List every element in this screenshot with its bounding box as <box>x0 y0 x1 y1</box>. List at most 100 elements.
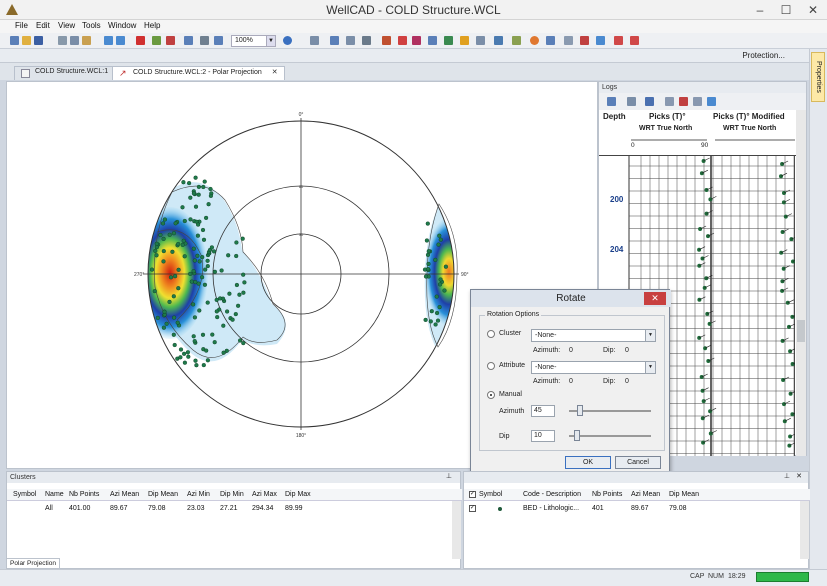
select-all-checkbox[interactable]: ✓ <box>469 491 476 498</box>
move-icon[interactable] <box>330 36 339 45</box>
insert-log-icon[interactable] <box>382 36 391 45</box>
table-row[interactable]: ✓ BED - Lithologic... 401 89.67 79.08 <box>464 503 810 515</box>
pole-point <box>205 264 210 269</box>
chevron-down-icon[interactable]: ▼ <box>266 35 276 47</box>
logs-scrollbar[interactable] <box>796 110 806 456</box>
save-icon[interactable] <box>34 36 43 45</box>
protection-button[interactable]: Protection... <box>742 51 785 60</box>
log-insert-icon[interactable] <box>645 97 654 106</box>
manual-radio[interactable] <box>487 391 495 399</box>
zoom-icon[interactable] <box>596 36 605 45</box>
close-icon[interactable]: ✕ <box>272 69 278 76</box>
polar-icon[interactable] <box>530 36 539 45</box>
layout-icon[interactable] <box>444 36 453 45</box>
pole-point <box>180 205 185 210</box>
select-icon[interactable] <box>310 36 319 45</box>
cut-icon[interactable] <box>58 36 67 45</box>
dip-slider-thumb[interactable] <box>574 430 580 441</box>
dialog-close-icon[interactable]: ✕ <box>644 292 666 305</box>
log-zoom-icon[interactable] <box>707 97 716 106</box>
pole-point <box>180 242 185 247</box>
manual-azimuth-input[interactable]: 45 <box>531 405 555 417</box>
cluster-combo[interactable]: -None- ▼ <box>531 329 656 342</box>
attribute-combo[interactable]: -None- ▼ <box>531 361 656 374</box>
menu-help[interactable]: Help <box>144 21 160 30</box>
pole-point <box>161 259 166 264</box>
stats-icon[interactable] <box>412 36 421 45</box>
resize-icon[interactable] <box>346 36 355 45</box>
tab-polar-projection-bottom[interactable]: Polar Projection <box>6 558 60 569</box>
find-icon[interactable] <box>184 36 193 45</box>
table-row[interactable]: All 401.00 89.67 79.08 23.03 27.21 294.3… <box>7 503 462 515</box>
pole-point <box>200 332 206 337</box>
log-add-icon[interactable] <box>607 97 616 106</box>
log-up-icon[interactable] <box>665 97 674 106</box>
maximize-button[interactable]: ☐ <box>773 0 799 20</box>
print-icon[interactable] <box>200 36 209 45</box>
tab-polar-projection[interactable]: ↗ COLD Structure.WCL:2 - Polar Projectio… <box>112 66 285 80</box>
open-icon[interactable] <box>22 36 31 45</box>
menu-file[interactable]: File <box>15 21 28 30</box>
align-icon[interactable] <box>362 36 371 45</box>
log-delete-icon[interactable] <box>679 97 688 106</box>
minimize-button[interactable]: – <box>747 0 773 20</box>
delete-icon[interactable] <box>136 36 145 45</box>
flag-icon[interactable] <box>460 36 469 45</box>
cancel-button[interactable]: Cancel <box>615 456 661 469</box>
crop-icon[interactable] <box>564 36 573 45</box>
marker-icon[interactable] <box>580 36 589 45</box>
preview-icon[interactable] <box>214 36 223 45</box>
grid-icon[interactable] <box>546 36 555 45</box>
pin-icon[interactable]: ⊥ <box>446 472 452 480</box>
pole-point <box>240 236 245 241</box>
paste-icon[interactable] <box>82 36 91 45</box>
help-icon[interactable] <box>283 36 292 45</box>
redo-icon[interactable] <box>116 36 125 45</box>
properties-tab[interactable]: Properties <box>811 52 825 102</box>
depth-icon[interactable] <box>512 36 521 45</box>
new-icon[interactable] <box>10 36 19 45</box>
pole-point <box>241 290 246 295</box>
filter-icon[interactable] <box>428 36 437 45</box>
tadpole <box>781 378 786 382</box>
pole-point <box>192 339 197 344</box>
pole-point <box>158 232 163 238</box>
pole-point <box>234 240 239 245</box>
highlight-icon[interactable] <box>166 36 175 45</box>
menu-view[interactable]: View <box>58 21 75 30</box>
pin-icon[interactable]: ⊥ <box>784 472 790 480</box>
chart-icon[interactable] <box>398 36 407 45</box>
table-icon[interactable] <box>614 36 623 45</box>
log-list-icon[interactable] <box>627 97 636 106</box>
tadpole <box>700 256 705 261</box>
report-icon[interactable] <box>630 36 639 45</box>
close-icon[interactable]: ✕ <box>796 472 802 480</box>
scroll-thumb[interactable] <box>797 320 805 342</box>
row-checkbox[interactable]: ✓ <box>469 505 476 512</box>
copy-icon[interactable] <box>70 36 79 45</box>
document-icon <box>21 69 30 78</box>
menu-edit[interactable]: Edit <box>36 21 50 30</box>
pole-point <box>188 195 193 200</box>
format-icon[interactable] <box>152 36 161 45</box>
log-props-icon[interactable] <box>693 97 702 106</box>
tab-document-1[interactable]: COLD Structure.WCL:1 <box>14 66 116 80</box>
close-button[interactable]: ✕ <box>800 0 826 20</box>
ok-button[interactable]: OK <box>565 456 611 469</box>
menu-window[interactable]: Window <box>108 21 136 30</box>
tadpole <box>790 362 795 366</box>
manual-dip-input[interactable]: 10 <box>531 430 555 442</box>
azimuth-slider-thumb[interactable] <box>577 405 583 416</box>
attribute-radio[interactable] <box>487 362 495 370</box>
chevron-down-icon[interactable]: ▼ <box>645 362 655 373</box>
chevron-down-icon[interactable]: ▼ <box>645 330 655 341</box>
clusters-scrollbar[interactable] <box>452 501 461 559</box>
tools-icon[interactable] <box>476 36 485 45</box>
col-nb-points: Nb Points <box>592 491 623 498</box>
undo-icon[interactable] <box>104 36 113 45</box>
link-icon[interactable] <box>494 36 503 45</box>
attributes-scrollbar[interactable] <box>800 501 809 559</box>
cluster-radio[interactable] <box>487 330 495 338</box>
menu-tools[interactable]: Tools <box>82 21 101 30</box>
dip-slider-track[interactable] <box>569 435 651 437</box>
